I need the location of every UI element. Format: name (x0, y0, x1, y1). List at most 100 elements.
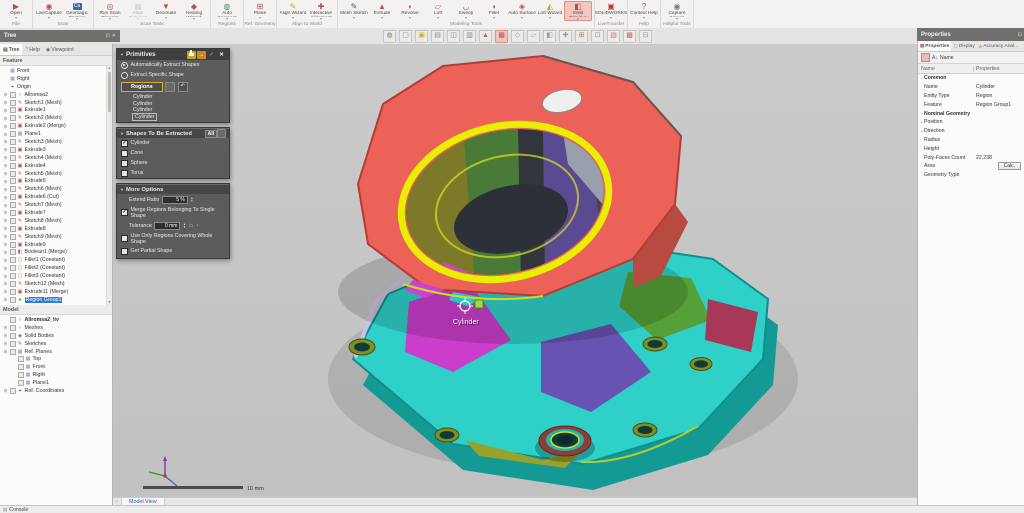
revolve-button[interactable]: ◗Revolve▾ (396, 1, 424, 21)
plane-button[interactable]: ⊞Plane▾ (246, 1, 274, 21)
visibility-checkbox[interactable] (10, 131, 16, 137)
checkbox-icon[interactable] (121, 170, 128, 177)
expand-icon[interactable]: ⊞ (3, 250, 8, 255)
expand-icon[interactable]: ⊞ (3, 341, 8, 346)
partial-shape-option[interactable]: Get Partial Shape (117, 246, 229, 258)
visibility-checkbox[interactable] (10, 123, 16, 129)
visibility-checkbox[interactable] (10, 218, 16, 224)
visibility-checkbox[interactable] (10, 257, 16, 263)
property-row-entity-type[interactable]: Entity TypeRegion (918, 92, 1024, 101)
feature-sketch12-mesh[interactable]: ⊞✎Sketch12 (Mesh) (0, 280, 112, 288)
visibility-checkbox[interactable] (10, 155, 16, 161)
visibility-checkbox[interactable] (10, 242, 16, 248)
extend-ratio-input[interactable]: 5 % (162, 196, 188, 204)
view-tool-icon-2[interactable]: ▢ (399, 30, 412, 43)
visibility-checkbox[interactable] (10, 139, 16, 145)
merge-regions-option[interactable]: ✓ Merge Regions Belonging To Single Shap… (117, 205, 229, 220)
visibility-checkbox[interactable] (10, 202, 16, 208)
select-none-button[interactable] (217, 129, 226, 138)
upper-flange[interactable] (338, 56, 688, 344)
checkbox-icon[interactable] (121, 248, 128, 255)
auto-extract-option[interactable]: Automatically Extract Shapes (117, 60, 229, 70)
property-row-name[interactable]: NameCylinder (918, 83, 1024, 92)
pin-icon[interactable]: ⊡ (106, 33, 110, 39)
tab-accuracy-analyzer[interactable]: ◭ Accuracy Anal... (977, 41, 1021, 51)
spinner-icons[interactable]: ▲▼ (183, 223, 186, 229)
expand-icon[interactable]: ⊞ (3, 187, 8, 192)
feature-extrude1[interactable]: ⊞▣Extrude1 (0, 106, 112, 114)
feature-allromsa2[interactable]: ⊞○Allromsa2 (0, 91, 112, 99)
property-row-nominal-geometry[interactable]: −Nominal Geometry (918, 109, 1024, 118)
visibility-checkbox[interactable] (10, 349, 16, 355)
selection-swatch[interactable] (165, 82, 175, 92)
decimate-button[interactable]: ▼Decimate▾ (152, 1, 180, 21)
visibility-checkbox[interactable] (10, 234, 16, 240)
view-tool-icon-6[interactable]: ▥ (463, 30, 476, 43)
expand-icon[interactable]: ⊞ (3, 92, 8, 97)
visibility-checkbox[interactable] (10, 107, 16, 113)
feature-region-group1[interactable]: ⊞●Region Group1 (0, 296, 112, 304)
property-row-feature[interactable]: FeatureRegion Group1 (918, 100, 1024, 109)
visibility-checkbox[interactable] (10, 178, 16, 184)
property-row-radius[interactable]: Radius (918, 136, 1024, 145)
use-only-regions-option[interactable]: Use Only Regions Covering Whole Shape (117, 231, 229, 246)
feature-sketch8-mesh[interactable]: ⊞✎Sketch8 (Mesh) (0, 217, 112, 225)
interactive-alignment-button[interactable]: ✚Interactive Alignment▾ (307, 1, 335, 21)
shape-option-cylinder[interactable]: ✓Cylinder (117, 138, 229, 148)
view-tool-icon-14[interactable]: ⊡ (591, 30, 604, 43)
view-tool-icon-11[interactable]: ◧ (543, 30, 556, 43)
expand-icon[interactable]: ⊞ (3, 124, 8, 129)
pin-icon[interactable]: ⊡ (1018, 32, 1022, 38)
visibility-checkbox[interactable] (10, 341, 16, 347)
scroll-thumb[interactable] (108, 72, 111, 112)
visibility-checkbox[interactable] (10, 333, 16, 339)
tab-viewpoint[interactable]: ◉ Viewpoint (43, 44, 77, 55)
model-sketches[interactable]: ⊞✎Sketches (0, 340, 112, 348)
view-tool-icon-1[interactable]: ◍ (383, 30, 396, 43)
visibility-checkbox[interactable] (10, 92, 16, 98)
scroll-down-icon[interactable]: ▼ (107, 300, 112, 305)
feature-right[interactable]: ▦Right (0, 75, 112, 83)
visibility-checkbox[interactable] (10, 317, 16, 323)
model-allromsa2-liv[interactable]: ○Allromsa2_liv (0, 316, 112, 324)
more-options-header[interactable]: ▼ More Options (117, 184, 229, 194)
extrude-button[interactable]: ▲Extrude▾ (368, 1, 396, 21)
expand-icon[interactable]: ⊞ (3, 132, 8, 137)
feature-sketch4-mesh[interactable]: ⊞✎Sketch4 (Mesh) (0, 154, 112, 162)
feature-fillet2-constant[interactable]: ⊞▢Fillet2 (Constant) (0, 264, 112, 272)
expand-icon[interactable]: ⊞ (3, 333, 8, 338)
model-front[interactable]: ▦Front (0, 363, 112, 371)
expand-icon[interactable]: ⊞ (3, 266, 8, 271)
feature-sketch2-mesh[interactable]: ⊞✎Sketch2 (Mesh) (0, 114, 112, 122)
view-tool-icon-4[interactable]: ▤ (431, 30, 444, 43)
visibility-checkbox[interactable] (10, 249, 16, 255)
model-ref-coordinates[interactable]: ⊞⌖Ref. Coordinates (0, 387, 112, 395)
feature-fillet1-constant[interactable]: ⊞▢Fillet1 (Constant) (0, 256, 112, 264)
model-meshes[interactable]: ⊞○Meshes (0, 324, 112, 332)
regions-button[interactable]: Regions (121, 82, 163, 92)
scrollbar[interactable]: ▲ ▼ (106, 66, 112, 305)
checkbox-icon[interactable] (121, 160, 128, 167)
view-tool-icon-17[interactable]: ⊟ (639, 30, 652, 43)
ruler-icon[interactable]: ▭ (188, 223, 193, 229)
feature-extrude8[interactable]: ⊞▣Extrude8 (0, 225, 112, 233)
radio-selected-icon[interactable] (121, 62, 128, 69)
feature-sketch9-mesh[interactable]: ⊞✎Sketch9 (Mesh) (0, 233, 112, 241)
feature-sketch1-mesh[interactable]: ⊞✎Sketch1 (Mesh) (0, 99, 112, 107)
visibility-checkbox[interactable] (10, 325, 16, 331)
expand-icon[interactable]: ⊞ (3, 155, 8, 160)
expand-icon[interactable]: ⊞ (3, 139, 8, 144)
feature-extrude6-cut[interactable]: ⊞▣Extrude6 (Cut) (0, 193, 112, 201)
expand-icon[interactable]: ⊞ (3, 234, 8, 239)
tab-properties[interactable]: ▤ Properties (918, 41, 951, 51)
view-tool-icon-15[interactable]: ▧ (607, 30, 620, 43)
tree-panel-caption[interactable]: Tree ⊡ ✕ (0, 30, 120, 42)
expand-icon[interactable]: ⊞ (3, 108, 8, 113)
feature-extrude9[interactable]: ⊞▣Extrude9 (0, 241, 112, 249)
feature-extrude2-merge[interactable]: ⊞▣Extrude2 (Merge) (0, 122, 112, 130)
checkbox-checked-icon[interactable]: ✓ (121, 140, 128, 147)
feature-fillet3-constant[interactable]: ⊞▢Fillet3 (Constant) (0, 272, 112, 280)
model-ref-planes[interactable]: ⊞▦Ref. Planes (0, 348, 112, 356)
feature-sketch3-mesh[interactable]: ⊞✎Sketch3 (Mesh) (0, 138, 112, 146)
feature-origin[interactable]: ⌖Origin (0, 83, 112, 91)
